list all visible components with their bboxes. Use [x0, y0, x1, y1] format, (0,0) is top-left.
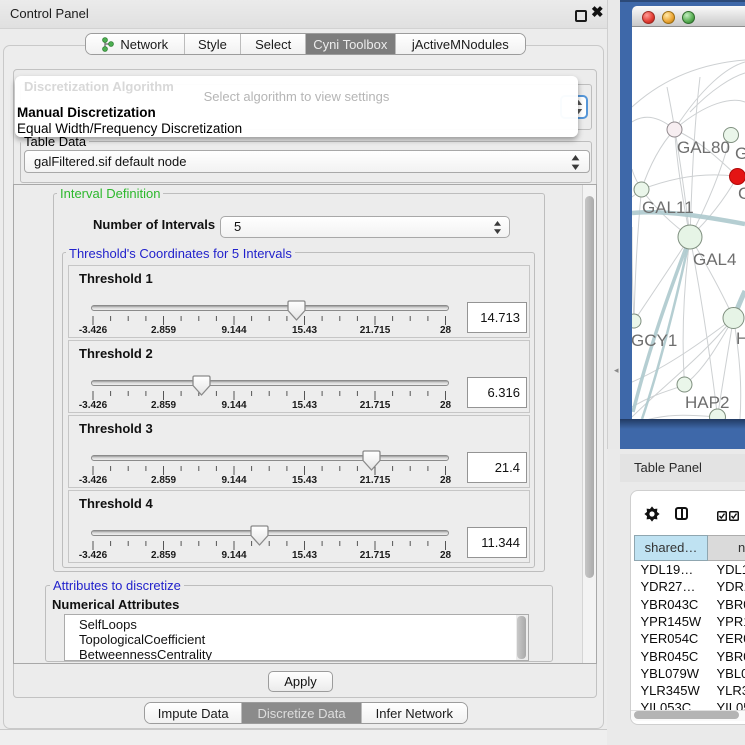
svg-text:GAL11: GAL11 [642, 198, 694, 217]
svg-text:GAL80: GAL80 [677, 138, 730, 157]
svg-text:GCY1: GCY1 [632, 331, 677, 350]
svg-text:C: C [738, 184, 745, 203]
svg-text:H: H [736, 329, 745, 348]
svg-text:HAP2: HAP2 [685, 393, 729, 412]
svg-text:GAL4: GAL4 [693, 250, 736, 269]
svg-text:GA: GA [735, 144, 745, 163]
